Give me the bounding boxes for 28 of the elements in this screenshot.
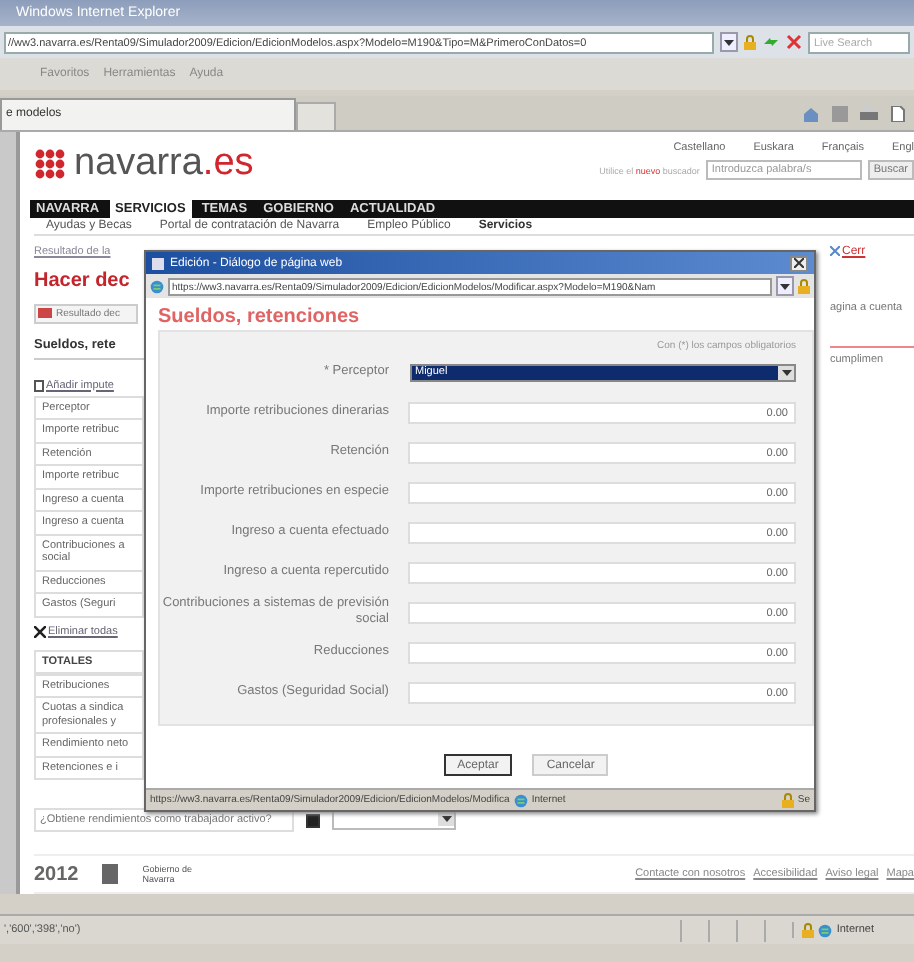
logo-text: navarra	[74, 142, 203, 186]
caret-icon	[781, 369, 791, 375]
dropdown-button[interactable]	[720, 32, 738, 52]
logo-suffix: .es	[202, 142, 254, 186]
dialog-heading: Sueldos, retenciones	[158, 306, 362, 328]
lock-icon	[802, 922, 815, 938]
globe-icon	[818, 923, 833, 937]
document-icon	[34, 379, 44, 392]
caret-icon	[441, 816, 451, 823]
caret-icon	[780, 283, 790, 289]
print-icon[interactable]	[860, 106, 878, 122]
table-icon	[38, 308, 52, 319]
close-icon	[794, 258, 804, 268]
lock-icon	[781, 792, 794, 808]
caret-icon	[724, 39, 734, 45]
logo-dots-icon	[34, 148, 66, 180]
year-logo: 2012	[34, 863, 79, 886]
close-button[interactable]	[790, 255, 808, 271]
page-heading: Hacer dec	[34, 269, 132, 292]
close-icon	[34, 625, 46, 638]
lock-icon	[798, 278, 810, 294]
globe-icon	[513, 793, 528, 807]
lock-icon	[744, 34, 756, 50]
checkbox[interactable]	[306, 813, 320, 828]
stop-icon[interactable]	[786, 34, 802, 50]
refresh-icon[interactable]	[762, 34, 780, 50]
close-icon	[830, 245, 840, 256]
dropdown-button[interactable]	[776, 276, 794, 296]
